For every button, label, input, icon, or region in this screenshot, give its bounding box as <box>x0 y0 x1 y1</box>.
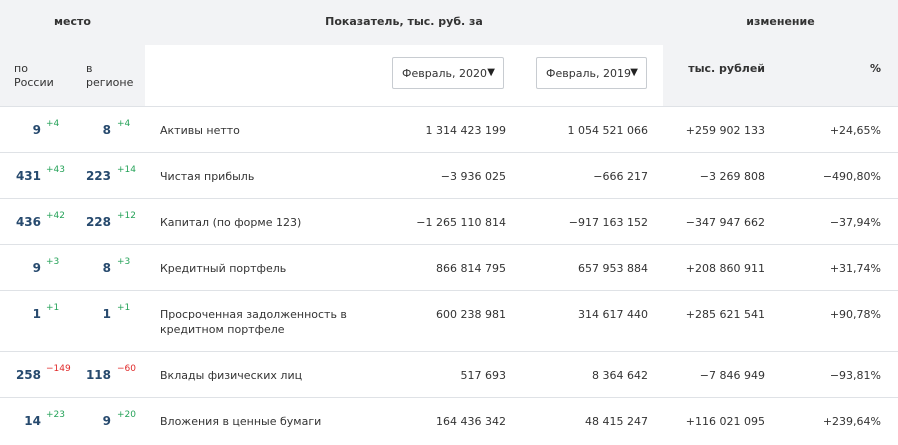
russia-rank-delta: +43 <box>46 165 65 175</box>
value-2020: 600 238 981 <box>436 308 506 321</box>
table-row: 258 −149 118 −60 Вклады физических лиц 517 69… <box>0 351 898 397</box>
russia-rank: 258 <box>15 368 41 382</box>
change-pct: +90,78% <box>829 308 881 321</box>
change-rub-header: тыс. рублей <box>688 62 765 75</box>
change-pct: +24,65% <box>829 124 881 137</box>
region-rank: 223 <box>85 169 111 183</box>
table-row: 1 +1 1 +1 Просроченная задолженность в креди… <box>0 290 898 351</box>
value-2020: 517 693 <box>460 369 507 382</box>
value-2020: −1 265 110 814 <box>416 216 506 229</box>
change-rub: +285 621 541 <box>685 308 765 321</box>
table-row: 436 +42 228 +12 Капитал (по форме 123) −1 265… <box>0 198 898 244</box>
region-rank: 228 <box>85 215 111 229</box>
region-rank: 118 <box>85 368 111 382</box>
russia-rank-delta: +42 <box>46 211 65 221</box>
period-select-2019[interactable]: Февраль, 2019 ▼ <box>536 57 647 89</box>
table-header: место Показатель, тыс. руб. за изменение… <box>0 0 898 106</box>
russia-rank: 9 <box>32 261 41 275</box>
region-rank-delta: +20 <box>117 410 136 420</box>
table-row: 9 +3 8 +3 Кредитный портфель 866 814 795 657 9… <box>0 244 898 290</box>
indicator-name: Вклады физических лиц <box>160 369 303 382</box>
value-2019: −666 217 <box>593 170 648 183</box>
change-pct: +31,74% <box>829 262 881 275</box>
value-2019: 8 364 642 <box>592 369 648 382</box>
region-rank: 1 <box>102 307 111 321</box>
change-rub: −347 947 662 <box>685 216 765 229</box>
value-2020: 164 436 342 <box>436 415 506 428</box>
indicator-name: Активы нетто <box>160 124 240 137</box>
region-rank-delta: +4 <box>117 119 131 129</box>
period-select-2020-value: Февраль, 2020 <box>402 67 487 80</box>
region-rank-delta: +3 <box>117 257 131 267</box>
value-2019: 48 415 247 <box>585 415 648 428</box>
change-pct: +239,64% <box>822 415 881 428</box>
value-2020: 1 314 423 199 <box>425 124 506 137</box>
change-pct: −93,81% <box>829 369 881 382</box>
region-rank: 8 <box>102 123 111 137</box>
indicator-name: Просроченная задолженность в кредитном п… <box>160 308 347 336</box>
chevron-down-icon: ▼ <box>487 67 495 78</box>
indicator-name: Чистая прибыль <box>160 170 255 183</box>
value-2019: 657 953 884 <box>578 262 648 275</box>
russia-rank-delta: +4 <box>46 119 60 129</box>
period-select-2020[interactable]: Февраль, 2020 ▼ <box>392 57 504 89</box>
region-rank: 8 <box>102 261 111 275</box>
russia-rank: 436 <box>15 215 41 229</box>
region-column-header: в регионе <box>86 62 134 89</box>
russia-rank: 431 <box>15 169 41 183</box>
value-2020: −3 936 025 <box>440 170 506 183</box>
indicator-name: Кредитный портфель <box>160 262 287 275</box>
bank-indicators-table: место Показатель, тыс. руб. за изменение… <box>0 0 898 445</box>
region-rank-delta: −60 <box>117 364 136 374</box>
indicator-header: Показатель, тыс. руб. за <box>325 15 483 28</box>
russia-rank-delta: −149 <box>46 364 71 374</box>
place-header: место <box>54 15 91 28</box>
russia-rank: 14 <box>24 414 41 428</box>
change-rub: +208 860 911 <box>685 262 765 275</box>
region-rank-delta: +1 <box>117 303 131 313</box>
table-row: 14 +23 9 +20 Вложения в ценные бумаги 164 436… <box>0 397 898 443</box>
region-rank: 9 <box>102 414 111 428</box>
indicator-name: Вложения в ценные бумаги <box>160 415 322 428</box>
value-2019: 1 054 521 066 <box>567 124 648 137</box>
russia-rank: 9 <box>32 123 41 137</box>
value-2019: −917 163 152 <box>568 216 648 229</box>
russia-rank: 1 <box>32 307 41 321</box>
change-rub: −3 269 808 <box>699 170 765 183</box>
table-row: 431 +43 223 +14 Чистая прибыль −3 936 025 −666… <box>0 152 898 198</box>
russia-column-header: по России <box>14 62 54 89</box>
change-pct: −490,80% <box>822 170 881 183</box>
value-2019: 314 617 440 <box>578 308 648 321</box>
change-rub: +259 902 133 <box>685 124 765 137</box>
russia-rank-delta: +23 <box>46 410 65 420</box>
table-row: 9 +4 8 +4 Активы нетто 1 314 423 199 1 054 521… <box>0 106 898 152</box>
russia-rank-delta: +3 <box>46 257 60 267</box>
value-2020: 866 814 795 <box>436 262 506 275</box>
region-rank-delta: +14 <box>117 165 136 175</box>
change-pct: −37,94% <box>829 216 881 229</box>
period-select-2019-value: Февраль, 2019 <box>546 67 631 80</box>
change-header: изменение <box>746 15 815 28</box>
change-rub: +116 021 095 <box>685 415 765 428</box>
change-pct-header: % <box>869 62 881 75</box>
chevron-down-icon: ▼ <box>630 67 638 78</box>
region-rank-delta: +12 <box>117 211 136 221</box>
change-rub: −7 846 949 <box>699 369 765 382</box>
indicator-name: Капитал (по форме 123) <box>160 216 302 229</box>
russia-rank-delta: +1 <box>46 303 60 313</box>
